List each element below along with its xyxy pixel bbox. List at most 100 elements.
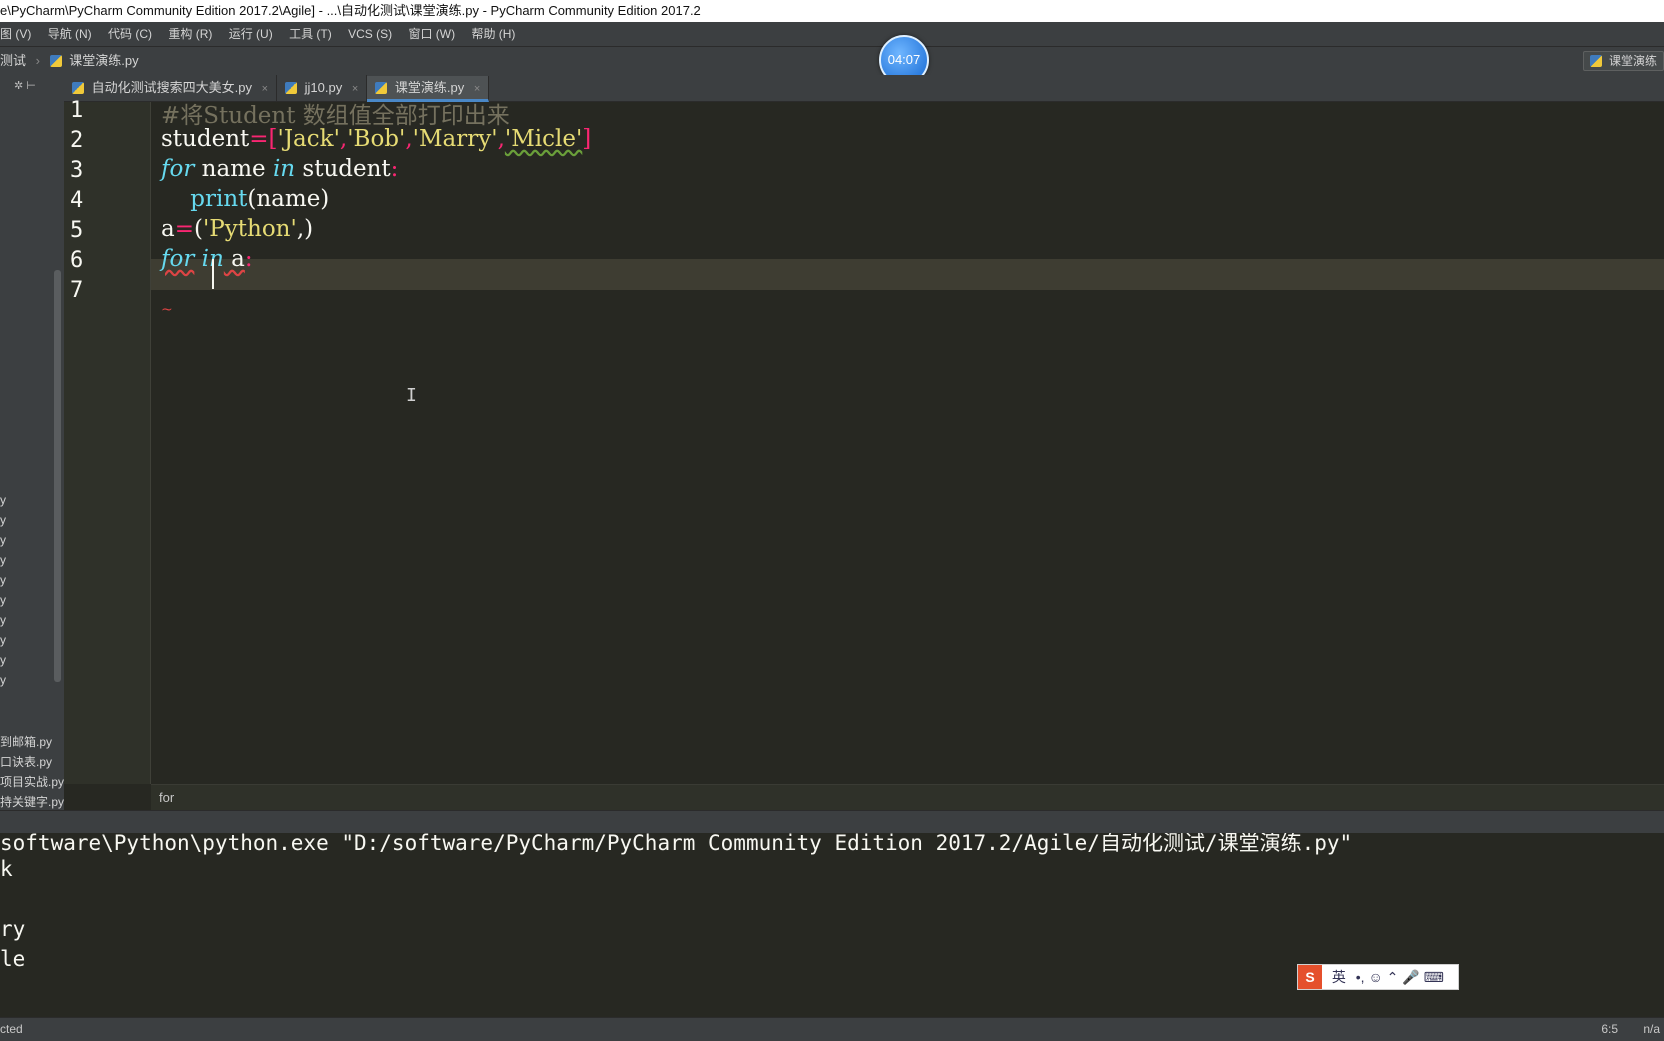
menu-window[interactable]: 窗口 (W) <box>408 22 455 46</box>
sidebar-item[interactable]: y <box>0 533 6 547</box>
string: 'Jack' <box>277 126 340 152</box>
current-line-highlight <box>151 259 1664 290</box>
identifier: student <box>161 126 250 152</box>
sidebar-item[interactable]: y <box>0 613 6 627</box>
code-line-2: student=['Jack','Bob','Marry','Micle'] <box>161 126 591 152</box>
operator: = <box>174 216 194 242</box>
string: 'Python' <box>202 216 297 242</box>
error-squiggle: ~ <box>161 302 173 318</box>
console-line: le <box>0 947 26 971</box>
python-file-icon <box>72 82 84 94</box>
collapse-icon[interactable]: ⊢ <box>26 80 39 92</box>
identifier: a <box>223 246 245 272</box>
operator: = <box>249 126 269 152</box>
tuple-end: ,) <box>296 216 314 242</box>
ime-tool-icons[interactable]: •, ☺ ⌃ 🎤 ⌨ <box>1356 965 1444 989</box>
code-line-6: for in a: <box>161 246 253 272</box>
menu-bar: 图 (V) 导航 (N) 代码 (C) 重构 (R) 运行 (U) 工具 (T)… <box>0 22 1664 46</box>
builtin-function: print <box>190 186 248 212</box>
project-sidebar: ✲⊢ y y y y y y y y y y 到邮箱.py 口诀表.py 项目实… <box>0 75 64 810</box>
menu-run[interactable]: 运行 (U) <box>229 22 273 46</box>
timer-value: 04:07 <box>887 52 921 67</box>
code-line-1: #将Student 数组值全部打印出来 <box>161 96 510 130</box>
keyword-for: for <box>161 246 195 272</box>
sogou-logo-icon: S <box>1298 965 1322 989</box>
editor-breadcrumb: for <box>151 784 1664 810</box>
breadcrumb-separator: › <box>35 53 40 68</box>
menu-tools[interactable]: 工具 (T) <box>289 22 332 46</box>
close-icon[interactable]: × <box>474 83 480 95</box>
sidebar-item[interactable]: y <box>0 593 6 607</box>
bracket: [ <box>268 126 278 152</box>
line-number-gutter: 1 2 3 4 5 6 7 <box>64 98 151 784</box>
sidebar-item[interactable]: 到邮箱.py <box>0 733 52 750</box>
sidebar-item[interactable]: y <box>0 553 6 567</box>
line-number: 6 <box>70 248 84 273</box>
run-configuration-selector[interactable]: 课堂演练 <box>1582 51 1664 71</box>
status-bar: cted 6:5 n/a <box>0 1017 1664 1041</box>
sidebar-item[interactable]: y <box>0 653 6 667</box>
keyword-for: for <box>161 156 195 182</box>
python-file-icon <box>375 82 388 94</box>
sidebar-item[interactable]: y <box>0 633 6 647</box>
menu-view[interactable]: 图 (V) <box>0 22 31 46</box>
menu-help[interactable]: 帮助 (H) <box>471 22 515 46</box>
code-line-3: for name in student: <box>161 156 398 182</box>
sidebar-item[interactable]: 持关键字.py <box>0 793 64 810</box>
tab-label: 课堂演练.py <box>394 80 465 95</box>
sidebar-tools: ✲⊢ <box>14 79 39 92</box>
breadcrumb-folder[interactable]: 测试 <box>0 53 26 68</box>
bracket: ] <box>582 126 592 152</box>
sidebar-scrollbar[interactable] <box>54 270 61 682</box>
ime-language[interactable]: 英 <box>1332 965 1346 989</box>
breadcrumb-context[interactable]: for <box>151 790 174 805</box>
colon: : <box>244 246 253 272</box>
code-line-5: a=('Python',) <box>161 216 313 242</box>
tab-label: jj10.py <box>304 80 343 95</box>
window-title-bar: e\PyCharm\PyCharm Community Edition 2017… <box>0 0 1664 22</box>
sidebar-item[interactable]: 口诀表.py <box>0 753 52 770</box>
console-line: software\Python\python.exe "D:/software/… <box>0 833 1353 855</box>
status-message: cted <box>0 1022 23 1036</box>
identifier: a <box>161 216 175 242</box>
breadcrumb-file[interactable]: 课堂演练.py <box>69 53 138 68</box>
sidebar-item[interactable]: y <box>0 513 6 527</box>
line-number: 5 <box>70 218 84 243</box>
identifier: student <box>295 156 391 182</box>
line-number: 3 <box>70 158 84 183</box>
file-encoding[interactable]: n/a <box>1643 1018 1660 1041</box>
code-editor[interactable]: #将Student 数组值全部打印出来 student=['Jack','Bob… <box>151 102 1664 784</box>
line-number: 1 <box>70 98 84 123</box>
run-panel-header <box>0 810 1664 834</box>
line-number: 4 <box>70 188 84 213</box>
colon: : <box>390 156 399 182</box>
sidebar-item[interactable]: y <box>0 573 6 587</box>
menu-navigate[interactable]: 导航 (N) <box>48 22 92 46</box>
menu-vcs[interactable]: VCS (S) <box>348 22 392 46</box>
gear-icon[interactable]: ✲ <box>14 80 26 92</box>
console-line: ry <box>0 917 26 941</box>
run-config-label: 课堂演练 <box>1608 54 1657 68</box>
string: 'Marry' <box>412 126 498 152</box>
comma: , <box>497 126 505 152</box>
cursor-position[interactable]: 6:5 <box>1601 1018 1618 1041</box>
close-icon[interactable]: × <box>352 83 358 95</box>
text-cursor-icon: I <box>406 385 417 406</box>
sidebar-item[interactable]: y <box>0 493 6 507</box>
input-method-toolbar[interactable]: S 英 •, ☺ ⌃ 🎤 ⌨ <box>1297 964 1459 990</box>
comma: , <box>405 126 413 152</box>
tab-label: 自动化测试搜索四大美女.py <box>91 80 252 95</box>
string-spellcheck: 'Micle' <box>504 126 583 152</box>
line-number: 2 <box>70 128 84 153</box>
close-icon[interactable]: × <box>262 83 268 95</box>
menu-code[interactable]: 代码 (C) <box>108 22 152 46</box>
python-file-icon <box>285 82 298 94</box>
python-file-icon <box>1589 55 1602 67</box>
identifier: name <box>194 156 273 182</box>
sidebar-item[interactable]: 项目实战.py <box>0 773 64 790</box>
sidebar-item[interactable]: y <box>0 673 6 687</box>
navigation-bar: 测试 › 课堂演练.py 课堂演练 <box>0 46 1664 75</box>
menu-refactor[interactable]: 重构 (R) <box>168 22 212 46</box>
